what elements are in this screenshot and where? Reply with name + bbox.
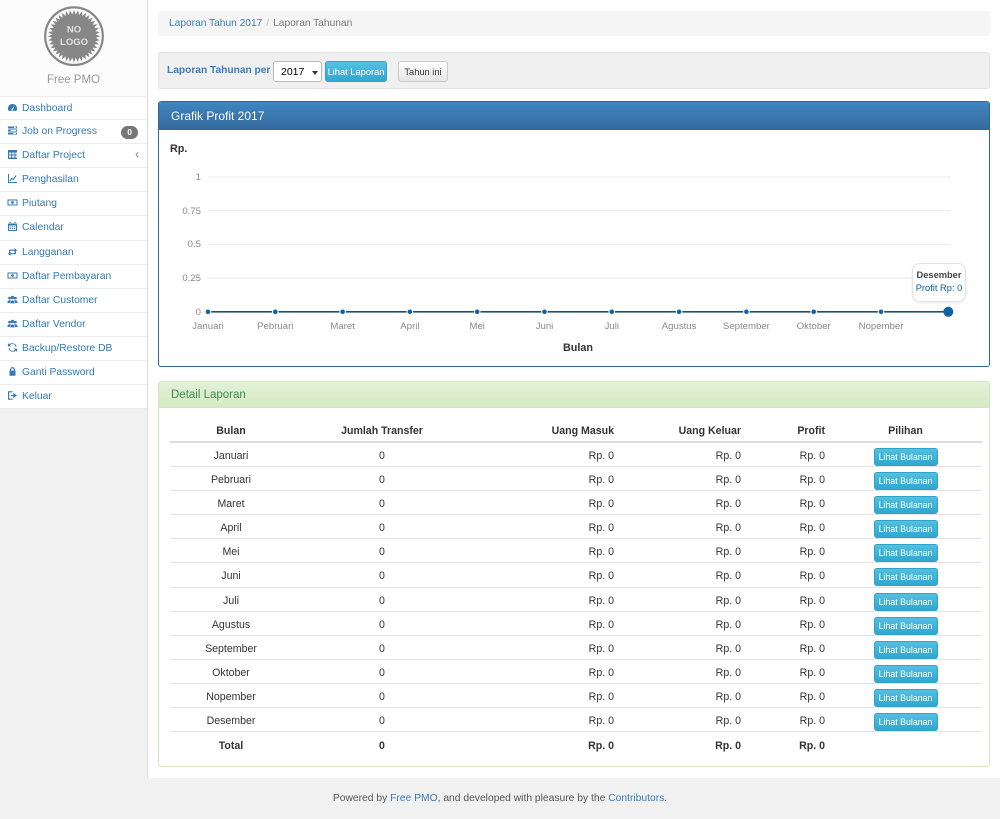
svg-text:LOGO: LOGO [60,37,88,48]
svg-text:NO: NO [67,25,81,36]
